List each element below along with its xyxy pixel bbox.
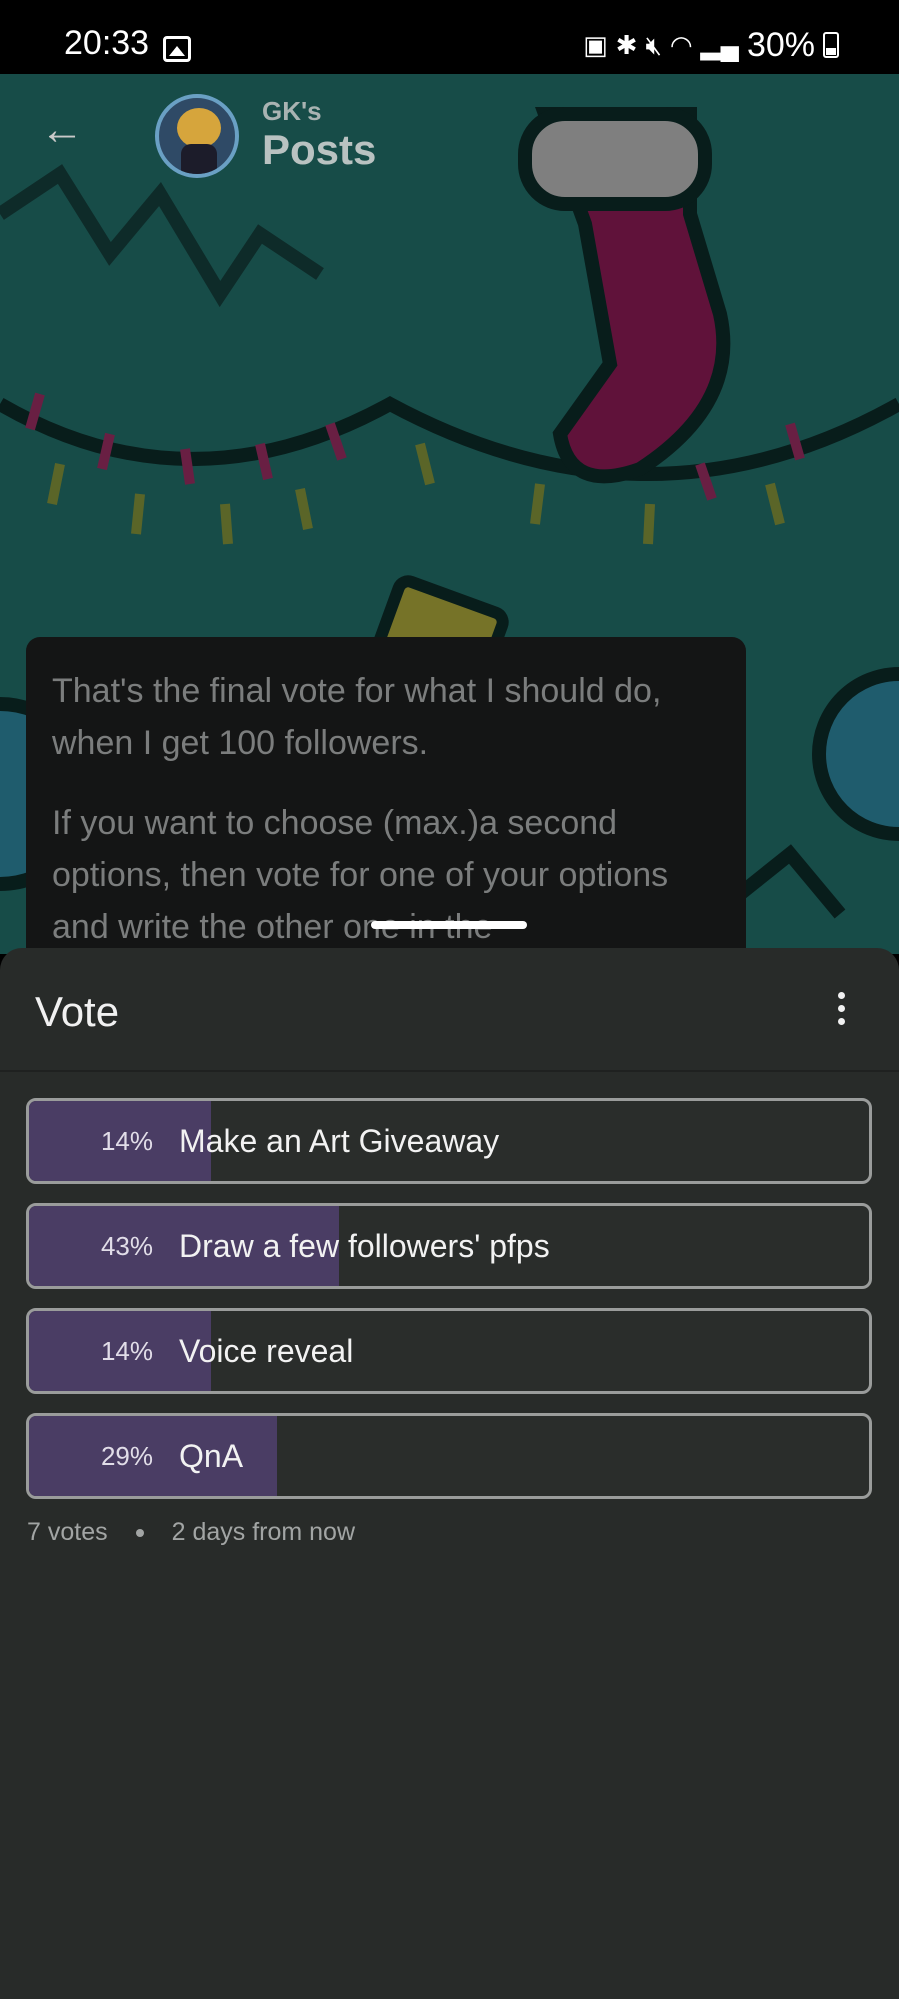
vote-count: 7 votes [27,1518,108,1546]
post-paragraph: If you want to choose (max.)a second opt… [52,804,669,946]
wifi-icon: ◠ [669,30,693,60]
poll-meta: 7 votes 2 days from now [27,1518,355,1547]
bluetooth-icon: ✱ [615,30,638,60]
poll-deadline: 2 days from now [171,1518,356,1546]
vote-bottom-sheet: Vote 14% Make an Art Giveaway 43% Draw a… [0,948,899,1999]
avatar-face [177,108,221,148]
poll-option[interactable]: 29% QnA [26,1413,872,1499]
sheet-drag-handle[interactable] [371,921,527,929]
header-subtitle: GK's [262,96,322,126]
photo-icon [163,36,191,62]
status-bar: 20:33 ▣ ✱ 🔇︎ ◠ ▂▄ 30% [0,0,899,74]
posts-header: ← GK's Posts [0,74,899,204]
more-options-icon[interactable] [811,978,871,1038]
back-arrow-icon[interactable]: ← [36,104,88,156]
poll-option-label: Make an Art Giveaway [179,1123,500,1159]
vote-sheet-header: Vote [0,948,899,1072]
separator-dot [135,1528,144,1537]
avatar-body [181,144,217,174]
poll-percent: 29% [100,1441,153,1471]
mute-icon: 🔇︎ [645,30,662,60]
avatar[interactable] [155,94,239,178]
post-content-card[interactable]: That's the final vote for what I should … [26,637,746,997]
battery-percent: 30% [746,26,815,64]
poll-option[interactable]: 14% Make an Art Giveaway [26,1098,872,1184]
status-icons: ▣ ✱ 🔇︎ ◠ ▂▄ 30% [583,28,839,62]
poll-option-label: QnA [179,1438,244,1474]
poll-option[interactable]: 43% Draw a few followers' pfps [26,1203,872,1289]
poll-option-label: Voice reveal [179,1333,354,1369]
post-paragraph: That's the final vote for what I should … [52,672,662,762]
page-title: Posts [262,126,377,173]
poll-option-label: Draw a few followers' pfps [179,1228,550,1264]
battery-saver-icon: ▣ [583,30,608,60]
status-time: 20:33 [64,24,150,62]
poll-percent: 43% [100,1231,153,1261]
signal-icon: ▂▄ [700,30,739,60]
poll-percent: 14% [100,1336,153,1366]
poll-percent: 14% [100,1126,153,1156]
battery-icon [823,32,839,58]
poll-option[interactable]: 14% Voice reveal [26,1308,872,1394]
vote-title: Vote [35,988,120,1035]
poll-options: 14% Make an Art Giveaway 43% Draw a few … [26,1098,872,1518]
